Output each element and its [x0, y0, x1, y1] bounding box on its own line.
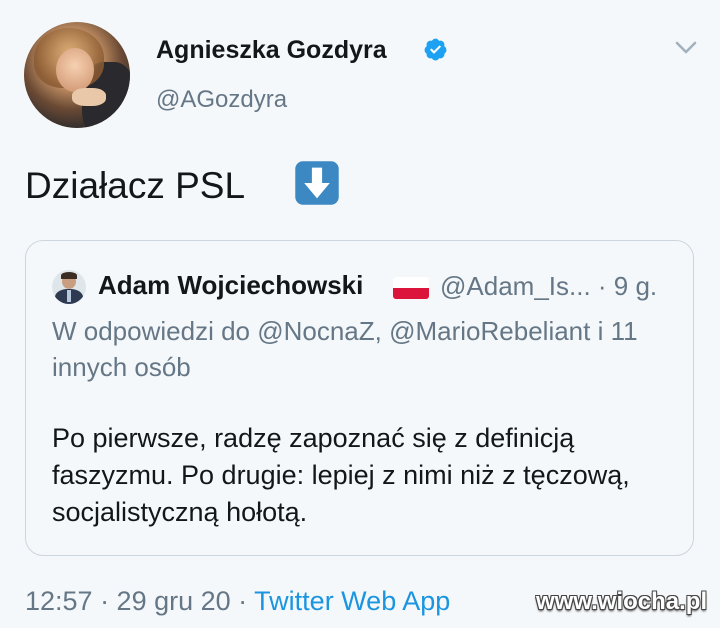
author-avatar[interactable]	[24, 22, 130, 128]
quoted-tweet-text: Po pierwsze, radzę zapoznać się z defini…	[52, 423, 630, 527]
quoted-handle-time[interactable]: @Adam_Is... · 9 g.	[440, 271, 657, 302]
verified-badge-icon	[424, 38, 447, 61]
quoted-author-name[interactable]: Adam Wojciechowski	[98, 270, 363, 301]
author-handle[interactable]: @AGozdyra	[156, 86, 287, 114]
tweet: Agnieszka Gozdyra @AGozdyra Działacz PSL…	[0, 0, 720, 628]
reply-context[interactable]: W odpowiedzi do @NocnaZ, @MarioRebeliant…	[52, 313, 682, 385]
quoted-author-avatar[interactable]	[52, 270, 86, 304]
tweet-timestamp[interactable]: 12:57 · 29 gru 20 ·	[25, 586, 254, 616]
poland-flag-icon	[393, 277, 429, 299]
down-arrow-emoji-icon	[295, 161, 339, 205]
author-name[interactable]: Agnieszka Gozdyra	[156, 36, 387, 65]
chevron-down-icon[interactable]	[674, 40, 698, 56]
watermark: www.wiocha.pl	[536, 588, 708, 615]
tweet-source-link[interactable]: Twitter Web App	[254, 586, 450, 616]
tweet-text: Działacz PSL	[25, 165, 246, 206]
tweet-footer: 12:57 · 29 gru 20 · Twitter Web App	[25, 586, 450, 617]
